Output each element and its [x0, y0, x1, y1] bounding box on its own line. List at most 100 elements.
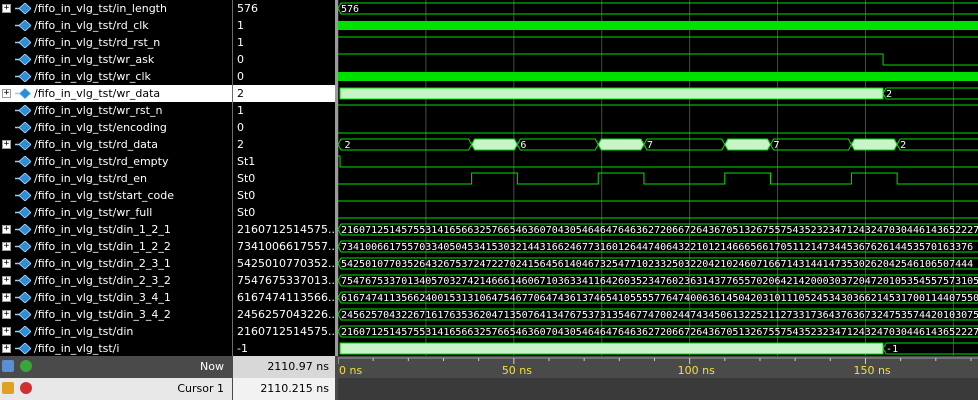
signal-value[interactable]: 0 [233, 68, 335, 85]
signal-values-pane: 576 1 1 0 0 2 1 0 2 St1 St0 St0 St0 2160712514575... 7… [233, 0, 335, 356]
signal-name: /fifo_in_vlg_tst/din_2_3_2 [34, 274, 171, 287]
axis-tick-label: 0 ns [339, 364, 362, 377]
signal-value[interactable]: St0 [233, 204, 335, 221]
signal-row[interactable]: /fifo_in_vlg_tst/wr_ask [0, 51, 232, 68]
signal-trace [338, 172, 978, 185]
signal-value[interactable]: 6167474113566... [233, 289, 335, 306]
signal-row[interactable]: /fifo_in_vlg_tst/wr_full [0, 204, 232, 221]
now-row: Now 2110.97 ns 0 ns 50 ns 100 ns 150 ns [0, 356, 978, 378]
plus-expander-icon[interactable]: + [2, 4, 11, 13]
wave-add-icon[interactable] [2, 360, 14, 372]
signal-value[interactable]: 2 [233, 85, 335, 102]
signal-value[interactable]: St1 [233, 153, 335, 170]
diamond-signal-icon [15, 20, 31, 31]
signal-row[interactable]: /fifo_in_vlg_tst/wr_clk [0, 68, 232, 85]
diamond-signal-icon [15, 190, 31, 201]
wave-value-label: 6167474113566240015313106475467706474361… [341, 293, 978, 304]
plus-expander-icon[interactable]: + [2, 242, 11, 251]
diamond-signal-icon [15, 326, 31, 337]
signal-name: /fifo_in_vlg_tst/wr_clk [34, 70, 151, 83]
signal-row[interactable]: /fifo_in_vlg_tst/rd_empty [0, 153, 232, 170]
signal-value[interactable]: 1 [233, 17, 335, 34]
waveform-pane[interactable]: 576 2 2 6 7 7 2 2160712514575531416566325766546… [338, 0, 978, 356]
diamond-signal-icon [15, 292, 31, 303]
signal-value[interactable]: 2 [233, 136, 335, 153]
plus-expander-icon[interactable]: + [2, 276, 11, 285]
signal-value[interactable]: 2160712514575... [233, 323, 335, 340]
diamond-signal-icon [15, 241, 31, 252]
bus-segment [850, 138, 898, 151]
signal-row[interactable]: /fifo_in_vlg_tst/wr_rst_n [0, 102, 232, 119]
signal-value[interactable]: 0 [233, 119, 335, 136]
signal-value[interactable]: 2160712514575... [233, 221, 335, 238]
cursor-name-cell[interactable]: Cursor 1 [0, 378, 232, 400]
signal-value[interactable]: 576 [233, 0, 335, 17]
signal-name: /fifo_in_vlg_tst/rd_en [34, 172, 147, 185]
plus-expander-icon[interactable]: + [2, 140, 11, 149]
signal-name: /fifo_in_vlg_tst/wr_rst_n [34, 104, 163, 117]
diamond-signal-icon [15, 156, 31, 167]
signal-name: /fifo_in_vlg_tst/rd_empty [34, 155, 169, 168]
signal-name: /fifo_in_vlg_tst/start_code [34, 189, 175, 202]
signal-row[interactable]: + /fifo_in_vlg_tst/in_length [0, 0, 232, 17]
bus-trace [339, 342, 884, 355]
signal-row[interactable]: + /fifo_in_vlg_tst/din_3_4_1 [0, 289, 232, 306]
bus-segment [471, 138, 518, 151]
signal-value[interactable]: 1 [233, 102, 335, 119]
cursor-footer: Now 2110.97 ns 0 ns 50 ns 100 ns 150 ns Cur… [0, 356, 978, 400]
cursor-toolbar [2, 382, 34, 396]
signal-row[interactable]: /fifo_in_vlg_tst/rd_rst_n [0, 34, 232, 51]
signal-row[interactable]: + /fifo_in_vlg_tst/i [0, 340, 232, 357]
diamond-signal-icon [15, 37, 31, 48]
signal-value[interactable]: St0 [233, 187, 335, 204]
diamond-signal-icon [15, 139, 31, 150]
signal-row[interactable]: /fifo_in_vlg_tst/start_code [0, 187, 232, 204]
cursor-row[interactable]: Cursor 1 2110.215 ns [0, 378, 978, 400]
diamond-signal-icon [15, 343, 31, 354]
signal-row[interactable]: /fifo_in_vlg_tst/encoding [0, 119, 232, 136]
signal-row[interactable]: + /fifo_in_vlg_tst/din_1_2_1 [0, 221, 232, 238]
plus-expander-icon[interactable]: + [2, 327, 11, 336]
signal-value[interactable]: 7341006617557... [233, 238, 335, 255]
signal-row[interactable]: /fifo_in_vlg_tst/rd_en [0, 170, 232, 187]
signal-name: /fifo_in_vlg_tst/din [34, 325, 134, 338]
plus-expander-icon[interactable]: + [2, 293, 11, 302]
diamond-signal-icon [15, 122, 31, 133]
signal-row[interactable]: + /fifo_in_vlg_tst/din [0, 323, 232, 340]
cursor-delete-icon[interactable] [19, 382, 32, 394]
signal-row[interactable]: + /fifo_in_vlg_tst/din_1_2_2 [0, 238, 232, 255]
signal-value[interactable]: St0 [233, 170, 335, 187]
cursor-label: Cursor 1 [177, 382, 224, 395]
zoom-icon[interactable] [19, 360, 32, 372]
signal-value[interactable]: -1 [233, 340, 335, 357]
signal-row[interactable]: + /fifo_in_vlg_tst/wr_data [0, 85, 232, 102]
signal-value[interactable]: 5425010770352... [233, 255, 335, 272]
signal-value[interactable]: 1 [233, 34, 335, 51]
signal-value[interactable]: 7547675337013... [233, 272, 335, 289]
diamond-signal-icon [15, 173, 31, 184]
cursor-add-icon[interactable] [2, 382, 14, 394]
signal-value[interactable]: 2456257043226... [233, 306, 335, 323]
signal-row[interactable]: + /fifo_in_vlg_tst/din_2_3_1 [0, 255, 232, 272]
wave-value-label: 576 [341, 4, 359, 15]
signal-row[interactable]: + /fifo_in_vlg_tst/din_2_3_2 [0, 272, 232, 289]
plus-expander-icon[interactable]: + [2, 225, 11, 234]
bus-segment [769, 138, 852, 151]
plus-expander-icon[interactable]: + [2, 344, 11, 353]
signal-trace [338, 53, 978, 66]
plus-expander-icon[interactable]: + [2, 259, 11, 268]
cursor-track[interactable] [338, 378, 978, 400]
diamond-signal-icon [15, 224, 31, 235]
plus-expander-icon[interactable]: + [2, 310, 11, 319]
bus-trace [882, 87, 978, 100]
plus-expander-icon[interactable]: + [2, 89, 11, 98]
signal-row[interactable]: + /fifo_in_vlg_tst/din_3_4_2 [0, 306, 232, 323]
wave-value-label: 7547675337013405703274214666146067103633… [341, 276, 978, 287]
footer-toolbar [2, 360, 34, 374]
diamond-signal-icon [15, 105, 31, 116]
waveform-canvas[interactable]: 576 2 2 6 7 7 2 2160712514575531416566325766546… [338, 0, 978, 356]
signal-row[interactable]: + /fifo_in_vlg_tst/rd_data [0, 136, 232, 153]
wave-value-label: 2 [886, 89, 892, 100]
signal-value[interactable]: 0 [233, 51, 335, 68]
signal-row[interactable]: /fifo_in_vlg_tst/rd_clk [0, 17, 232, 34]
